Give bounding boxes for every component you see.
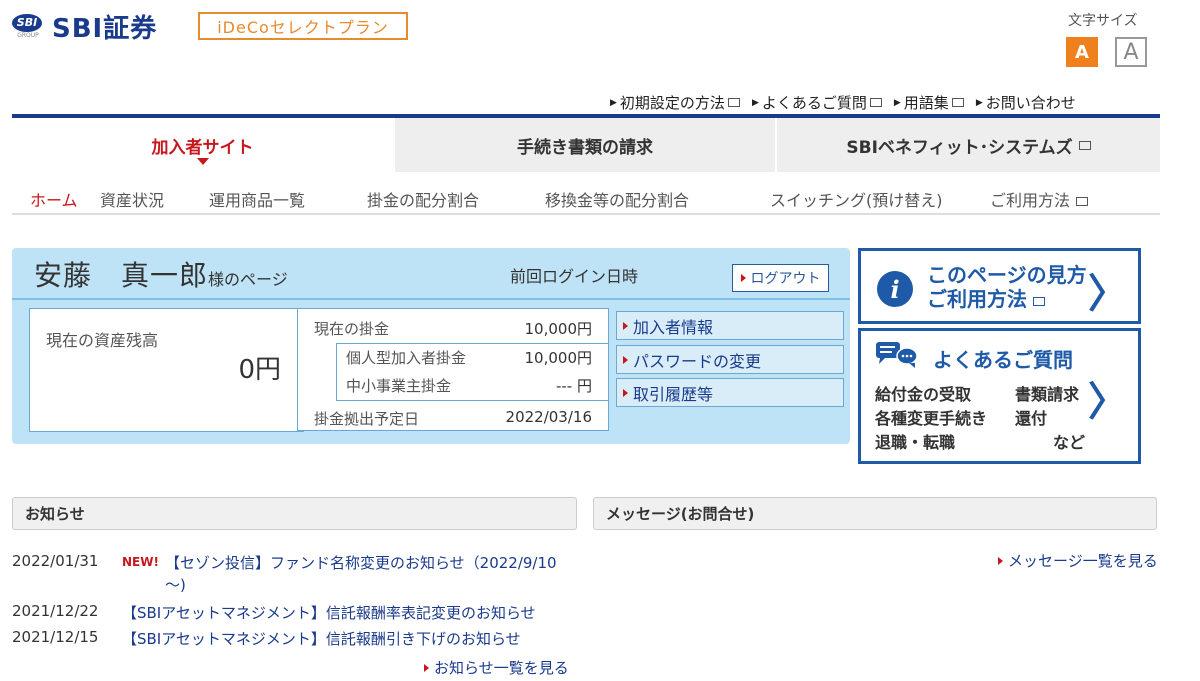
triangle-right-icon: ▶ [751, 97, 759, 108]
faq-title: よくあるご質問 [933, 348, 1073, 372]
subnav-usage-guide[interactable]: ご利用方法 [990, 187, 1089, 211]
chevron-right-icon: 〉 [1088, 271, 1128, 317]
news-date: 2021/12/15 [12, 628, 99, 646]
chevron-right-icon: 〉 [1088, 379, 1128, 425]
top-link-initial-setup[interactable]: ▶ 初期設定の方法 [610, 92, 740, 113]
messages-more-link[interactable]: メッセージ一覧を見る [998, 550, 1158, 571]
triangle-right-icon [623, 321, 628, 330]
news-more-link[interactable]: お知らせ一覧を見る [424, 657, 569, 678]
news-date: 2022/01/31 [12, 552, 99, 570]
subnav-home[interactable]: ホーム [30, 187, 78, 211]
faq-topics: 給付金の受取 書類請求 各種変更手続き 還付 退職・転職 など [875, 385, 1086, 452]
messages-header: メッセージ(お問合せ) [593, 497, 1157, 530]
sbi-logo[interactable]: SBI GROUP SBI証券 [12, 8, 157, 45]
contribution-current-row: 現在の掛金 10,000円 [314, 320, 592, 338]
external-window-icon [1078, 140, 1091, 150]
triangle-right-icon [740, 274, 746, 282]
sub-nav: ホーム 資産状況 運用商品一覧 掛金の配分割合 移換金等の配分割合 スイッチング… [12, 177, 1160, 215]
main-tabs: 加入者サイト 手続き書類の請求 SBIベネフィット･システムズ [12, 118, 1160, 172]
member-info-link[interactable]: 加入者情報 [616, 311, 844, 340]
transaction-history-link[interactable]: 取引履歴等 [616, 378, 844, 407]
triangle-right-icon: ▶ [610, 97, 617, 108]
tab-member-site[interactable]: 加入者サイト [12, 118, 395, 172]
page-guide-title: このページの見方 ご利用方法 [927, 263, 1087, 311]
panel-divider [12, 298, 850, 300]
asset-balance-box: 現在の資産残高 0円 [29, 308, 304, 432]
sbi-group-logo-icon: SBI GROUP [12, 13, 44, 40]
logo-text: SBI証券 [52, 14, 158, 44]
news-header: お知らせ [12, 497, 577, 530]
user-name: 安藤 真一郎様のページ [34, 259, 288, 292]
subnav-transfer-allocation[interactable]: 移換金等の配分割合 [545, 187, 689, 211]
top-link-faq[interactable]: ▶ よくあるご質問 [752, 92, 882, 113]
info-icon: i [877, 271, 913, 307]
subnav-switching[interactable]: スイッチング(預け替え) [770, 187, 943, 211]
triangle-right-icon [623, 388, 628, 397]
faq-box[interactable]: よくあるご質問 給付金の受取 書類請求 各種変更手続き 還付 退職・転職 など 〉 [858, 328, 1141, 464]
last-login-label: 前回ログイン日時 [510, 267, 639, 286]
tab-sbi-benefit-systems[interactable]: SBIベネフィット･システムズ [777, 118, 1160, 172]
chat-bubbles-icon [876, 342, 917, 368]
top-link-contact[interactable]: ▶ お問い合わせ [976, 92, 1076, 113]
asset-balance-value: 0円 [238, 355, 281, 385]
font-size-large-button[interactable]: A [1115, 37, 1147, 67]
triangle-right-icon: ▶ [975, 97, 983, 108]
password-change-link[interactable]: パスワードの変更 [616, 345, 844, 374]
contribution-individual-row: 個人型加入者掛金 10,000円 [346, 349, 592, 367]
top-links: ▶ 初期設定の方法 ▶ よくあるご質問 ▶ 用語集 ▶ お問い合わせ [610, 92, 1088, 113]
news-item: 2022/01/31 NEW! 【セゾン投信】ファンド名称変更のお知らせ（202… [12, 552, 577, 596]
external-window-icon [1033, 297, 1045, 306]
contribution-employer-row: 中小事業主掛金 --- 円 [346, 377, 592, 395]
top-link-glossary[interactable]: ▶ 用語集 [894, 92, 964, 113]
subnav-contribution-allocation[interactable]: 掛金の配分割合 [367, 187, 479, 211]
triangle-right-icon: ▶ [893, 97, 901, 108]
font-size-label: 文字サイズ [1068, 13, 1138, 29]
news-item: 2021/12/15 【SBIアセットマネジメント】信託報酬引き下げのお知らせ [12, 628, 521, 649]
caret-down-icon [196, 158, 209, 165]
external-window-icon [869, 98, 882, 107]
news-link[interactable]: 【セゾン投信】ファンド名称変更のお知らせ（2022/9/10～) [165, 552, 565, 596]
news-item: 2021/12/22 【SBIアセットマネジメント】信託報酬率表記変更のお知らせ [12, 602, 536, 623]
subnav-product-list[interactable]: 運用商品一覧 [209, 187, 305, 211]
external-window-icon [951, 98, 964, 107]
page-guide-box[interactable]: i このページの見方 ご利用方法 〉 [858, 248, 1141, 324]
logout-button[interactable]: ログアウト [732, 264, 829, 292]
asset-balance-label: 現在の資産残高 [46, 331, 159, 350]
triangle-right-icon [424, 663, 429, 672]
news-date: 2021/12/22 [12, 602, 99, 620]
tab-document-request[interactable]: 手続き書類の請求 [395, 118, 777, 172]
contribution-box: 現在の掛金 10,000円 個人型加入者掛金 10,000円 中小事業主掛金 --- … [297, 308, 609, 431]
subnav-asset-status[interactable]: 資産状況 [100, 187, 164, 211]
user-panel: 安藤 真一郎様のページ 前回ログイン日時 ログアウト 現在の資産残高 0円 現在… [12, 248, 850, 444]
news-link[interactable]: 【SBIアセットマネジメント】信託報酬率表記変更のお知らせ [122, 602, 536, 623]
plan-badge: iDeCoセレクトプラン [198, 12, 408, 40]
font-size-small-button[interactable]: A [1066, 37, 1098, 67]
external-window-icon [727, 98, 740, 107]
external-window-icon [1076, 197, 1089, 206]
contribution-schedule-row: 掛金拠出予定日 2022/03/16 [314, 408, 592, 428]
triangle-right-icon [998, 556, 1003, 565]
triangle-right-icon [623, 355, 628, 364]
news-link[interactable]: 【SBIアセットマネジメント】信託報酬引き下げのお知らせ [122, 628, 521, 649]
new-badge: NEW! [122, 555, 159, 569]
